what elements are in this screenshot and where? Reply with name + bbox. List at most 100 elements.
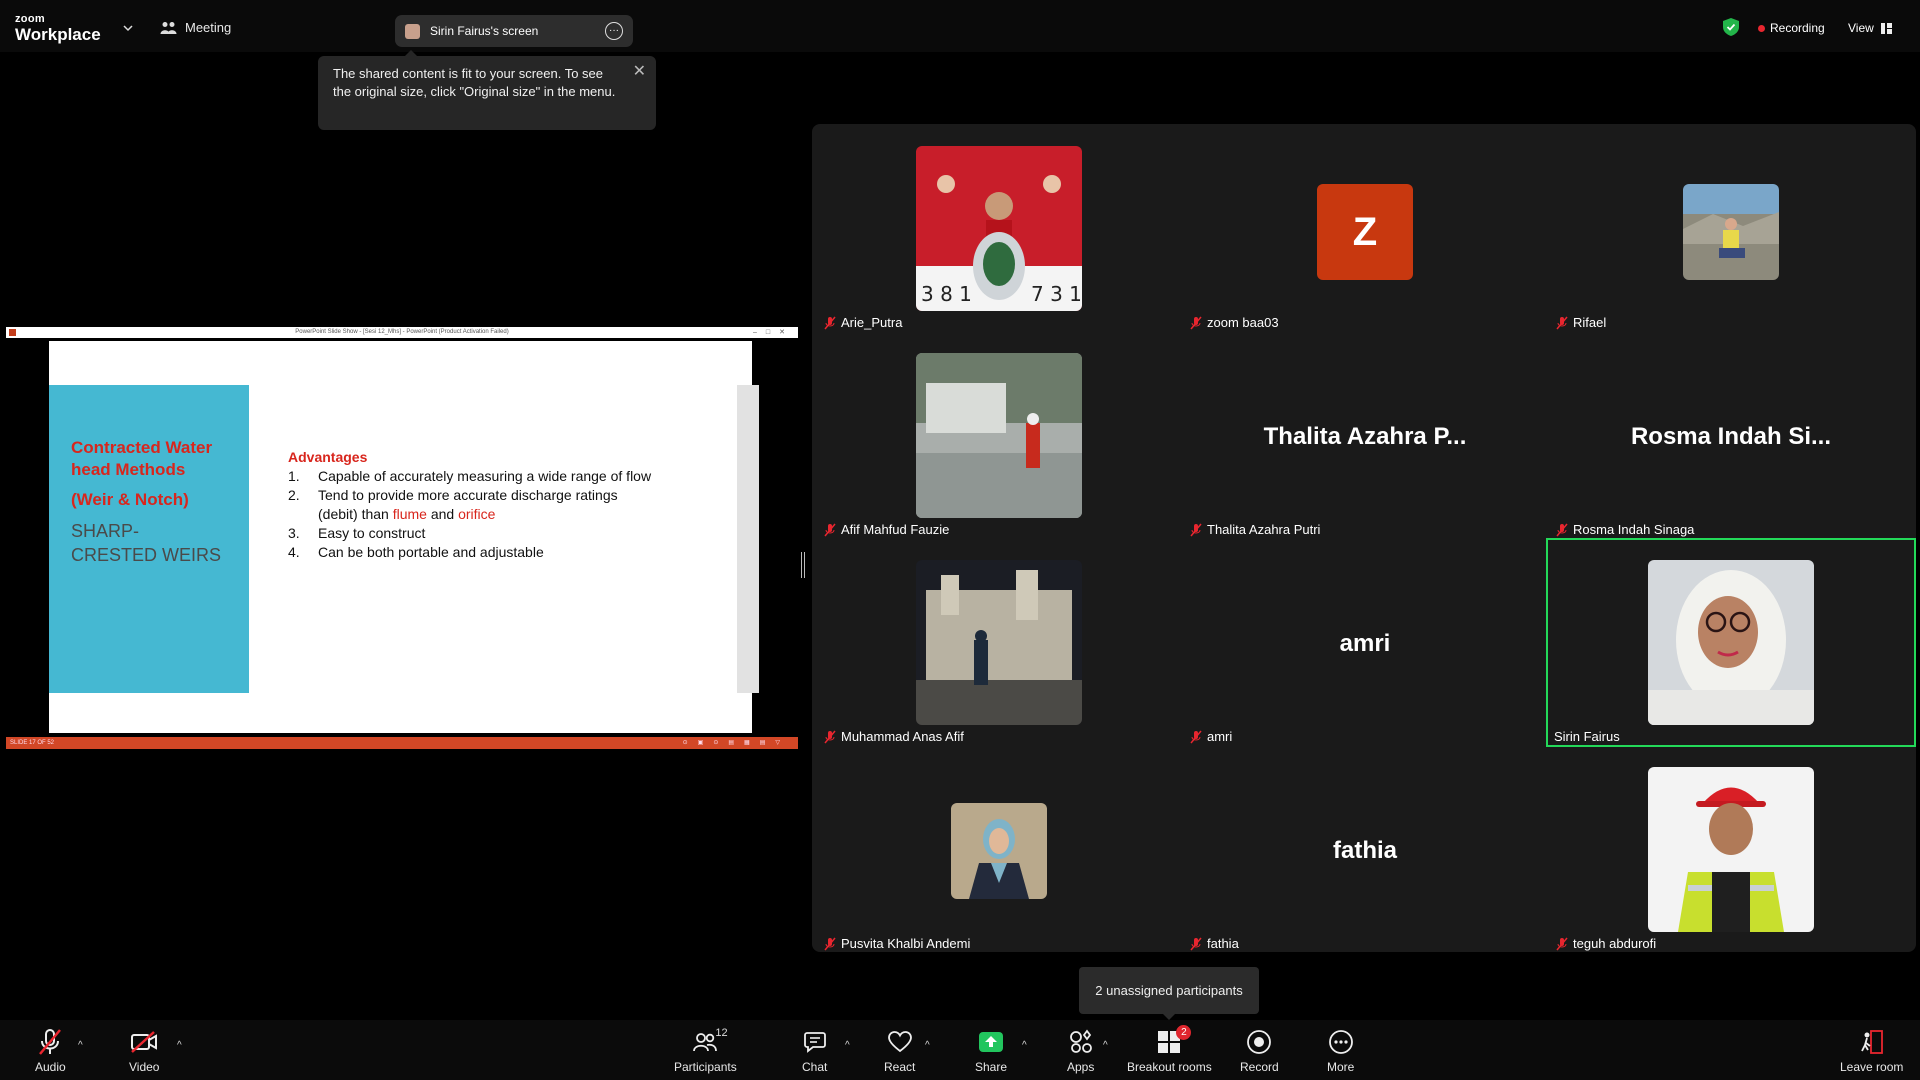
participant-display-name: amri (1339, 630, 1391, 657)
close-icon[interactable]: ✕ (633, 63, 646, 81)
participants-icon (693, 1033, 718, 1052)
video-off-icon (131, 1031, 158, 1053)
security-shield-icon[interactable] (1723, 18, 1739, 36)
slide-title-line1: Contracted Water (71, 438, 213, 457)
meeting-menu[interactable]: Meeting (160, 20, 231, 35)
apps-options-chevron-icon[interactable]: ^ (1103, 1040, 1108, 1051)
participant-video (1648, 560, 1814, 725)
chevron-down-icon[interactable] (122, 22, 134, 34)
participant-display-name: Rosma Indah Si... (1630, 423, 1832, 450)
meeting-label: Meeting (185, 20, 232, 35)
apps-button[interactable]: Apps (1067, 1028, 1094, 1074)
video-button[interactable]: Video (129, 1028, 159, 1074)
ppt-status-bar: SLIDE 17 OF 52 ⊙▣⊙▤▦▤▽ (6, 737, 798, 749)
participant-avatar (1683, 184, 1779, 280)
apps-icon (1069, 1029, 1092, 1053)
logo-main-text: Workplace (15, 25, 101, 44)
participant-name: amri (1190, 729, 1232, 744)
zoom-logo: zoom Workplace (15, 13, 101, 44)
slide-subtitle-line2: CRESTED WEIRS (71, 545, 222, 565)
more-button[interactable]: More (1327, 1028, 1354, 1074)
participant-display-name: Thalita Azahra P... (1263, 423, 1467, 450)
slide-title-block: Contracted Water head Methods (Weir & No… (49, 385, 249, 693)
list-item: 3. Easy to construct (288, 525, 426, 541)
unassigned-participants-tooltip: 2 unassigned participants (1079, 967, 1259, 1020)
heart-icon (887, 1031, 912, 1053)
participants-button[interactable]: 12 Participants (674, 1027, 737, 1074)
mic-muted-icon (824, 316, 836, 329)
shared-screen: PowerPoint Slide Show - [Sesi 12_Mhs] - … (6, 327, 798, 749)
participant-tile[interactable]: 3 8 1 7 3 1 Arie_Putra (816, 127, 1182, 333)
mic-muted-icon (39, 1029, 62, 1055)
participant-avatar: Z (1317, 184, 1413, 280)
participant-tile[interactable]: Z zoom baa03 (1182, 127, 1548, 333)
top-bar: zoom Workplace Meeting Sirin Fairus's sc… (0, 0, 1920, 52)
participant-name: Arie_Putra (824, 315, 902, 330)
mic-muted-icon (1190, 316, 1202, 329)
leave-room-button[interactable]: Leave room (1840, 1028, 1903, 1074)
mic-muted-icon (824, 730, 836, 743)
participant-tile[interactable]: amri amri (1182, 541, 1548, 747)
slide-subtitle-line1: SHARP- (71, 521, 140, 541)
mic-muted-icon (824, 937, 836, 950)
chat-options-chevron-icon[interactable]: ^ (845, 1040, 850, 1051)
mic-muted-icon (824, 523, 836, 536)
bottom-toolbar: Audio ^ Video ^ 12 Participants Chat ^ R… (0, 1020, 1920, 1080)
audio-options-chevron-icon[interactable]: ^ (78, 1040, 83, 1051)
ppt-window-titlebar: PowerPoint Slide Show - [Sesi 12_Mhs] - … (6, 327, 798, 338)
list-item: 4. Can be both portable and adjustable (288, 544, 544, 560)
shared-screen-label: Sirin Fairus's screen (430, 24, 539, 38)
participant-tile[interactable]: Afif Mahfud Fauzie (816, 334, 1182, 540)
react-button[interactable]: React (884, 1028, 915, 1074)
recording-indicator[interactable]: Recording (1758, 21, 1825, 35)
participant-tile[interactable]: Rosma Indah Si... Rosma Indah Sinaga (1548, 334, 1914, 540)
participant-tile[interactable]: Pusvita Khalbi Andemi (816, 748, 1182, 954)
participant-name: Muhammad Anas Afif (824, 729, 964, 744)
participant-name: teguh abdurofi (1556, 936, 1656, 951)
advantages-heading: Advantages (288, 449, 368, 465)
video-options-chevron-icon[interactable]: ^ (177, 1040, 182, 1051)
meeting-people-icon (160, 21, 177, 34)
audio-button[interactable]: Audio (35, 1028, 66, 1074)
mic-muted-icon (1556, 523, 1568, 536)
share-button[interactable]: Share (975, 1028, 1007, 1074)
chat-button[interactable]: Chat (802, 1028, 827, 1074)
participant-tile[interactable]: fathia fathia (1182, 748, 1548, 954)
svg-text:7 3 1: 7 3 1 (1031, 282, 1082, 306)
slide-counter: SLIDE 17 OF 52 (10, 740, 55, 746)
participant-tile[interactable]: Muhammad Anas Afif (816, 541, 1182, 747)
participant-tile[interactable]: Rifael (1548, 127, 1914, 333)
list-item: 2. Tend to provide more accurate discharg… (288, 487, 618, 522)
logo-small-text: zoom (15, 13, 45, 25)
view-label: View (1848, 21, 1874, 35)
slide-title-line2: head Methods (71, 460, 186, 479)
svg-text:3 8 1: 3 8 1 (921, 282, 972, 306)
share-options-chevron-icon[interactable]: ^ (1022, 1040, 1027, 1051)
chat-icon (803, 1032, 826, 1053)
recording-label: Recording (1770, 21, 1825, 35)
participant-tile[interactable]: Thalita Azahra P... Thalita Azahra Putri (1182, 334, 1548, 540)
fit-screen-tooltip: The shared content is fit to your screen… (318, 50, 656, 130)
participant-name: Thalita Azahra Putri (1190, 522, 1320, 537)
shared-screen-pill[interactable]: Sirin Fairus's screen ··· (395, 15, 633, 47)
participant-avatar (951, 803, 1047, 899)
mic-muted-icon (1556, 316, 1568, 329)
slideshow-controls-icon: ⊙▣⊙▤▦▤▽ (682, 740, 790, 746)
ppt-window-title: PowerPoint Slide Show - [Sesi 12_Mhs] - … (295, 329, 509, 335)
participant-name: Rifael (1556, 315, 1606, 330)
list-item: 1. Capable of accurately measuring a wide… (288, 468, 652, 484)
participant-name: Pusvita Khalbi Andemi (824, 936, 970, 951)
record-button[interactable]: Record (1240, 1028, 1279, 1074)
active-speaker-tile[interactable]: Sirin Fairus (1546, 538, 1916, 747)
powerpoint-icon (9, 329, 16, 336)
view-button[interactable]: View (1848, 21, 1892, 35)
share-screen-icon (979, 1032, 1004, 1052)
sharer-avatar (405, 23, 420, 39)
recording-dot-icon (1758, 24, 1765, 32)
split-handle[interactable] (801, 552, 805, 578)
more-icon (1328, 1030, 1353, 1054)
react-options-chevron-icon[interactable]: ^ (925, 1040, 930, 1051)
more-options-icon[interactable]: ··· (605, 22, 623, 40)
participant-tile[interactable]: teguh abdurofi (1548, 748, 1914, 954)
breakout-rooms-button[interactable]: 2 Breakout rooms (1127, 1025, 1212, 1074)
